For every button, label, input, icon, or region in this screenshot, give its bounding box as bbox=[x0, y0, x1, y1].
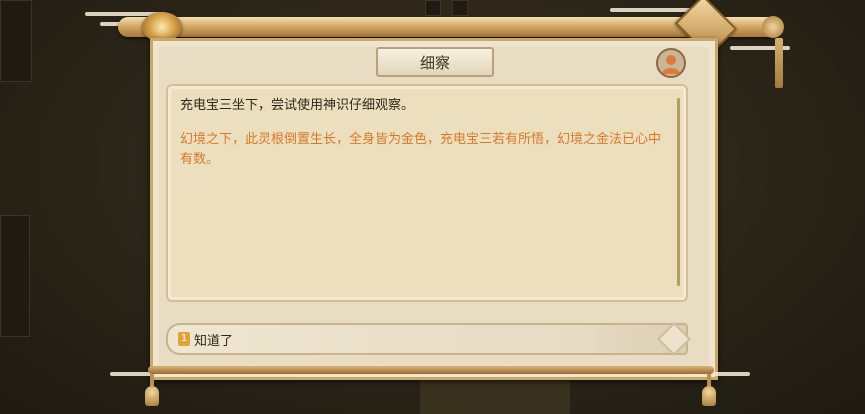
option-label: 知道了 bbox=[194, 333, 234, 349]
bell-string bbox=[150, 374, 154, 386]
background-tile bbox=[0, 0, 32, 82]
background-tile bbox=[0, 215, 30, 337]
bell-ornament bbox=[145, 386, 159, 406]
dialog-title-plate: 细察 bbox=[376, 47, 494, 77]
bell-ornament bbox=[702, 386, 716, 406]
tassel-ornament bbox=[775, 38, 783, 88]
dialog-text-panel bbox=[166, 84, 688, 302]
scroll-rod-knob bbox=[762, 16, 784, 38]
bell-string bbox=[707, 374, 711, 386]
background-tile bbox=[452, 0, 468, 16]
background-path bbox=[420, 374, 570, 414]
background-tile bbox=[425, 0, 441, 16]
avatar-figure bbox=[662, 55, 680, 74]
narration-text: 充电宝三坐下，尝试使用神识仔细观察。 bbox=[180, 98, 415, 113]
text-scrollbar[interactable] bbox=[677, 98, 680, 286]
dialog-title: 细察 bbox=[419, 53, 450, 72]
scroll-bottom-rod bbox=[148, 366, 714, 374]
option-button-acknowledge[interactable]: 1 知道了 bbox=[166, 323, 688, 355]
game-screen: 细察 充电宝三坐下，尝试使用神识仔细观察。 幻境之下，此灵根倒置生长，全身皆为金… bbox=[0, 0, 865, 414]
user-avatar-icon[interactable] bbox=[656, 48, 686, 78]
highlight-text: 幻境之下，此灵根倒置生长，全身皆为金色，充电宝三若有所悟，幻境之金法已心中有数。 bbox=[180, 132, 662, 167]
number-badge-icon: 1 bbox=[178, 332, 190, 346]
